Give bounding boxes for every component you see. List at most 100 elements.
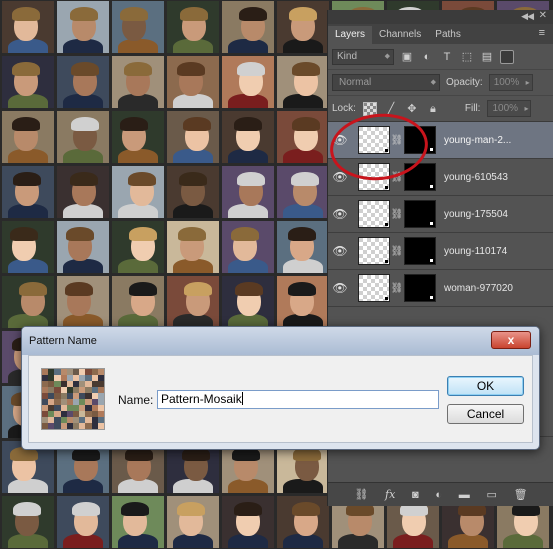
mosaic-photo-tile bbox=[112, 496, 164, 548]
name-label: Name: bbox=[118, 393, 154, 407]
opacity-field[interactable]: 100% bbox=[488, 74, 533, 91]
lock-position-icon[interactable]: ✥ bbox=[405, 102, 419, 116]
mosaic-photo-tile bbox=[112, 276, 164, 328]
panel-tabs: Layers Channels Paths ≡ bbox=[328, 24, 553, 44]
adjustment-layer-icon[interactable]: ◐ bbox=[435, 489, 442, 501]
fill-field[interactable]: 100% bbox=[487, 100, 532, 117]
smart-object-filter-icon[interactable]: ▤ bbox=[480, 50, 494, 64]
mosaic-photo-tile bbox=[277, 276, 329, 328]
preview-cell bbox=[97, 423, 104, 429]
mosaic-photo-tile bbox=[57, 221, 109, 273]
mosaic-photo-tile bbox=[112, 1, 164, 53]
mosaic-photo-tile bbox=[167, 1, 219, 53]
panel-menu-icon[interactable]: ≡ bbox=[539, 27, 545, 39]
mosaic-photo-tile bbox=[57, 1, 109, 53]
dialog-body: Name: Pattern-Mosaik OK Cancel bbox=[28, 355, 533, 443]
layer-name[interactable]: young-610543 bbox=[444, 172, 508, 183]
tab-layers[interactable]: Layers bbox=[328, 26, 373, 44]
mosaic-photo-tile bbox=[112, 111, 164, 163]
mosaic-photo-tile bbox=[277, 166, 329, 218]
link-layers-icon[interactable]: ⛓︎ bbox=[354, 488, 368, 501]
lock-all-icon[interactable]: 🔒︎ bbox=[426, 102, 440, 116]
mosaic-photo-tile bbox=[57, 111, 109, 163]
mosaic-photo-tile bbox=[277, 1, 329, 53]
mosaic-photo-tile bbox=[167, 276, 219, 328]
ok-button[interactable]: OK bbox=[447, 376, 524, 396]
visibility-eye-icon[interactable]: 👁︎ bbox=[328, 207, 352, 221]
adjustment-filter-icon[interactable]: ◐ bbox=[420, 50, 434, 64]
tab-paths[interactable]: Paths bbox=[428, 26, 468, 44]
mosaic-photo-tile bbox=[222, 276, 274, 328]
type-filter-icon[interactable]: T bbox=[440, 50, 454, 64]
mask-link-icon[interactable]: ⛓︎ bbox=[390, 209, 404, 220]
mosaic-photo-tile bbox=[277, 111, 329, 163]
mask-link-icon[interactable]: ⛓︎ bbox=[390, 246, 404, 257]
mosaic-photo-tile bbox=[222, 1, 274, 53]
mosaic-photo-tile bbox=[2, 111, 54, 163]
layer-row[interactable]: 👁︎ ⛓︎ young-110174 bbox=[328, 233, 553, 270]
layer-name[interactable]: woman-977020 bbox=[444, 283, 513, 294]
blend-row: Normal Opacity: 100% bbox=[328, 70, 553, 96]
tab-channels[interactable]: Channels bbox=[372, 26, 428, 44]
layer-mask-thumbnail[interactable] bbox=[404, 237, 436, 265]
mosaic-photo-tile bbox=[167, 221, 219, 273]
opacity-label: Opacity: bbox=[446, 77, 483, 88]
layer-name[interactable]: young-175504 bbox=[444, 209, 508, 220]
layer-name[interactable]: young-110174 bbox=[444, 246, 507, 257]
pattern-name-input[interactable]: Pattern-Mosaik bbox=[157, 390, 439, 409]
dialog-titlebar: Pattern Name x bbox=[22, 327, 539, 355]
mosaic-photo-tile bbox=[277, 496, 329, 548]
mosaic-photo-tile bbox=[112, 56, 164, 108]
close-button[interactable]: x bbox=[491, 331, 531, 349]
dialog-title: Pattern Name bbox=[29, 335, 97, 347]
mosaic-photo-tile bbox=[277, 221, 329, 273]
image-filter-icon[interactable]: ▣ bbox=[400, 50, 414, 64]
mosaic-photo-tile bbox=[2, 1, 54, 53]
layer-thumbnail bbox=[358, 274, 390, 302]
mosaic-photo-tile bbox=[2, 221, 54, 273]
layer-row[interactable]: 👁︎ ⛓︎ young-175504 bbox=[328, 196, 553, 233]
add-mask-icon[interactable]: ◙ bbox=[412, 489, 419, 501]
mosaic-photo-tile bbox=[2, 56, 54, 108]
blend-mode-select[interactable]: Normal bbox=[332, 74, 440, 91]
text-caret bbox=[241, 392, 243, 405]
pattern-name-value: Pattern-Mosaik bbox=[161, 392, 242, 406]
filter-kind-label: Kind bbox=[337, 50, 358, 62]
layer-mask-thumbnail[interactable] bbox=[404, 274, 436, 302]
new-layer-icon[interactable]: ▭ bbox=[487, 488, 497, 501]
collapse-panel-icon[interactable]: ◀◀ bbox=[521, 11, 534, 22]
mosaic-photo-tile bbox=[57, 166, 109, 218]
visibility-eye-icon[interactable]: 👁︎ bbox=[328, 281, 352, 295]
fill-label: Fill: bbox=[464, 103, 481, 114]
shape-filter-icon[interactable]: ⬚ bbox=[460, 50, 474, 64]
mosaic-photo-tile bbox=[57, 496, 109, 548]
layer-row[interactable]: 👁︎ ⛓︎ woman-977020 bbox=[328, 270, 553, 307]
layer-thumbnail bbox=[358, 237, 390, 265]
layer-name[interactable]: young-man-2... bbox=[444, 135, 511, 146]
mosaic-photo-tile bbox=[2, 496, 54, 548]
fx-icon[interactable]: fx bbox=[385, 488, 395, 501]
filter-kind-select[interactable]: Kind bbox=[332, 48, 394, 65]
panel-topbar: ◀◀ ✕ bbox=[328, 10, 553, 24]
mosaic-photo-tile bbox=[167, 166, 219, 218]
mask-link-icon[interactable]: ⛓︎ bbox=[390, 283, 404, 294]
layer-mask-thumbnail[interactable] bbox=[404, 200, 436, 228]
mosaic-photo-tile bbox=[222, 496, 274, 548]
mosaic-photo-tile bbox=[112, 166, 164, 218]
mosaic-photo-tile bbox=[222, 56, 274, 108]
filter-toggle-switch[interactable] bbox=[500, 49, 514, 64]
mosaic-photo-tile bbox=[222, 166, 274, 218]
mosaic-photo-tile bbox=[167, 56, 219, 108]
pattern-name-dialog: Pattern Name x Name: Pattern-Mosaik OK C… bbox=[21, 326, 540, 450]
mosaic-photo-tile bbox=[2, 166, 54, 218]
cancel-button[interactable]: Cancel bbox=[447, 404, 524, 424]
pattern-preview bbox=[41, 368, 105, 430]
mosaic-photo-tile bbox=[222, 111, 274, 163]
new-group-icon[interactable]: ▬ bbox=[459, 489, 470, 501]
mosaic-photo-tile bbox=[57, 276, 109, 328]
trash-icon[interactable]: 🗑︎ bbox=[514, 488, 528, 501]
layer-filter-row: Kind ▣ ◐ T ⬚ ▤ bbox=[328, 44, 553, 70]
visibility-eye-icon[interactable]: 👁︎ bbox=[328, 244, 352, 258]
close-panel-icon[interactable]: ✕ bbox=[539, 10, 547, 21]
lock-label: Lock: bbox=[332, 103, 356, 114]
